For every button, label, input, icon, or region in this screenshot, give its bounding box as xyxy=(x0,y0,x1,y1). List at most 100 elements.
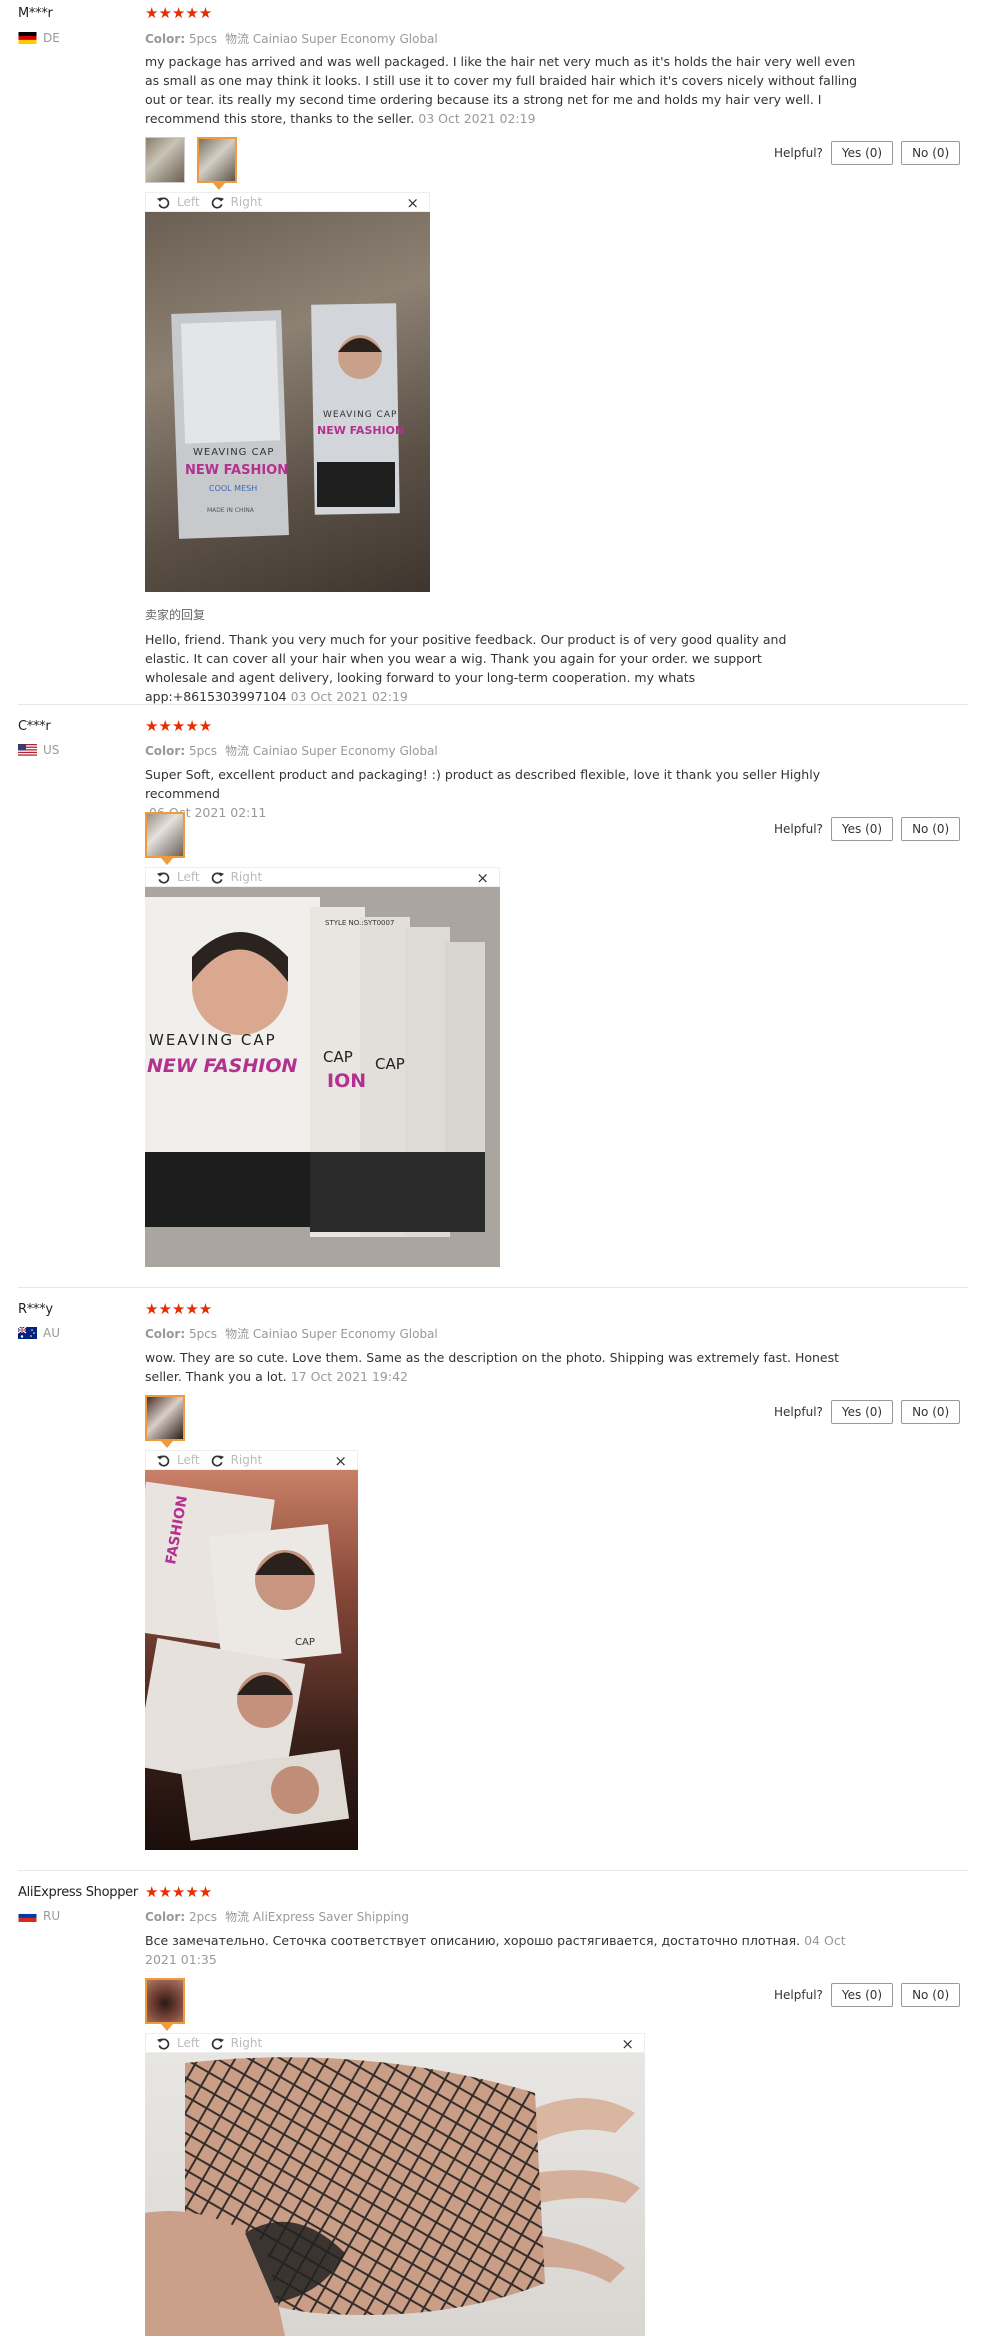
photo-caption: WEAVING CAP xyxy=(193,447,274,458)
rotate-left-button[interactable]: Left xyxy=(156,1453,200,1468)
review-photo[interactable]: STYLE NO.:SYT0007 WEAVING CAP NEW FASHIO… xyxy=(145,887,500,1267)
rotate-right-button[interactable]: Right xyxy=(210,2036,262,2051)
order-info: Color: 5pcs 物流 Cainiao Super Economy Glob… xyxy=(145,30,438,47)
rotate-right-button[interactable]: Right xyxy=(210,870,262,885)
helpful-label: Helpful? xyxy=(774,822,823,836)
color-value: 2pcs xyxy=(188,1910,218,1924)
helpful-controls: Helpful? Yes (0) No (0) xyxy=(774,1400,961,1424)
reviewer-country: DE xyxy=(18,31,60,45)
photo-content: FASHION CAP xyxy=(145,1481,350,1841)
helpful-no-button[interactable]: No (0) xyxy=(901,1400,961,1424)
helpful-yes-button[interactable]: Yes (0) xyxy=(830,817,894,841)
color-label: Color: xyxy=(145,32,186,46)
shipping-prefix: 物流 xyxy=(225,1327,250,1341)
photo-toolbar: Left Right × xyxy=(145,1450,358,1470)
rotate-left-icon xyxy=(156,2037,170,2049)
rotate-left-icon xyxy=(156,871,170,883)
star-icon: ★★★★★ xyxy=(145,4,213,22)
photo-thumbnails xyxy=(145,812,185,865)
helpful-no-button[interactable]: No (0) xyxy=(901,141,961,165)
reviewer-country: AU xyxy=(18,1326,60,1340)
photo-thumbnails xyxy=(145,137,237,190)
review-divider xyxy=(18,1287,968,1288)
shipping-method: Cainiao Super Economy Global xyxy=(252,1327,438,1341)
usa-flag-icon xyxy=(18,744,37,756)
reviewer-name: AliExpress Shopper xyxy=(18,1885,138,1900)
order-info: Color: 5pcs 物流 Cainiao Super Economy Glob… xyxy=(145,742,438,759)
photo-content: WEAVING CAP NEW FASHION COOL MESH MADE I… xyxy=(171,303,404,539)
close-photo-button[interactable]: × xyxy=(476,869,489,887)
photo-toolbar: Left Right × xyxy=(145,2033,645,2053)
photo-caption: MADE IN CHINA xyxy=(207,507,255,514)
photo-content: STYLE NO.:SYT0007 WEAVING CAP NEW FASHIO… xyxy=(145,887,500,1267)
order-info: Color: 2pcs 物流 AliExpress Saver Shipping xyxy=(145,1908,409,1925)
review-divider xyxy=(18,704,968,705)
reviewer-name: C***r xyxy=(18,719,51,734)
shipping-method: AliExpress Saver Shipping xyxy=(252,1910,410,1924)
rotate-right-icon xyxy=(211,196,224,208)
helpful-label: Helpful? xyxy=(774,146,823,160)
reviewer-country: US xyxy=(18,743,59,757)
close-photo-button[interactable]: × xyxy=(406,194,419,212)
rotate-left-button[interactable]: Left xyxy=(156,195,200,210)
helpful-yes-button[interactable]: Yes (0) xyxy=(830,1400,894,1424)
review-date: 17 Oct 2021 19:42 xyxy=(290,1369,408,1384)
country-code: US xyxy=(43,743,60,757)
photo-caption: STYLE NO.:SYT0007 xyxy=(325,919,394,927)
star-icon: ★★★★★ xyxy=(145,717,213,735)
rotate-right-icon xyxy=(211,2037,224,2049)
rotate-right-button[interactable]: Right xyxy=(210,1453,262,1468)
rotate-left-icon xyxy=(156,1454,170,1466)
australia-flag-icon xyxy=(18,1327,37,1339)
rotate-left-icon xyxy=(156,196,170,208)
order-info: Color: 5pcs 物流 Cainiao Super Economy Glob… xyxy=(145,1325,438,1342)
review-3: R***y AU ★★★★★ Color: 5pcs 物流 Cainiao Sup… xyxy=(0,1293,982,1868)
country-code: RU xyxy=(43,1909,61,1923)
helpful-no-button[interactable]: No (0) xyxy=(901,817,961,841)
helpful-yes-button[interactable]: Yes (0) xyxy=(830,1983,894,2007)
photo-toolbar: Left Right × xyxy=(145,867,500,887)
photo-thumbnail-active[interactable] xyxy=(197,137,237,190)
helpful-controls: Helpful? Yes (0) No (0) xyxy=(774,1983,961,2007)
shipping-method: Cainiao Super Economy Global xyxy=(252,32,438,46)
review-text: wow. They are so cute. Love them. Same a… xyxy=(145,1350,840,1384)
photo-thumbnail-active[interactable] xyxy=(145,1978,185,2031)
shipping-prefix: 物流 xyxy=(225,1910,250,1924)
rating-stars: ★★★★★ xyxy=(145,1302,212,1317)
photo-caption: CAP xyxy=(295,1637,315,1648)
shipping-method: Cainiao Super Economy Global xyxy=(252,744,438,758)
shipping-prefix: 物流 xyxy=(225,32,250,46)
rating-stars: ★★★★★ xyxy=(145,719,212,734)
helpful-controls: Helpful? Yes (0) No (0) xyxy=(774,817,961,841)
review-date: 03 Oct 2021 02:19 xyxy=(418,111,536,126)
helpful-controls: Helpful? Yes (0) No (0) xyxy=(774,141,961,165)
photo-thumbnail-active[interactable] xyxy=(145,812,185,865)
close-photo-button[interactable]: × xyxy=(334,1452,347,1470)
photo-caption: CAP xyxy=(323,1048,353,1066)
close-photo-button[interactable]: × xyxy=(621,2035,634,2053)
star-icon: ★★★★★ xyxy=(145,1883,213,1901)
review-photo[interactable]: FASHION CAP xyxy=(145,1470,358,1850)
helpful-no-button[interactable]: No (0) xyxy=(901,1983,961,2007)
photo-caption: WEAVING CAP xyxy=(149,1031,277,1049)
review-2: C***r US ★★★★★ Color: 5pcs 物流 Cainiao Sup… xyxy=(0,710,982,1285)
review-4: AliExpress Shopper RU ★★★★★ Color: 2pcs 物… xyxy=(0,1876,982,2340)
rotate-right-button[interactable]: Right xyxy=(210,195,262,210)
photo-thumbnail-active[interactable] xyxy=(145,1395,185,1448)
helpful-label: Helpful? xyxy=(774,1405,823,1419)
photo-caption: NEW FASHION xyxy=(317,424,404,437)
photo-caption: COOL MESH xyxy=(209,484,257,493)
photo-thumbnail[interactable] xyxy=(145,137,185,183)
rating-stars: ★★★★★ xyxy=(145,1885,212,1900)
rotate-left-button[interactable]: Left xyxy=(156,870,200,885)
review-divider xyxy=(18,1870,968,1871)
reply-date: 03 Oct 2021 02:19 xyxy=(290,689,408,704)
reviewer-name: M***r xyxy=(18,6,53,21)
star-icon: ★★★★★ xyxy=(145,1300,213,1318)
shipping-prefix: 物流 xyxy=(225,744,250,758)
rotate-left-button[interactable]: Left xyxy=(156,2036,200,2051)
russia-flag-icon xyxy=(18,1910,37,1922)
helpful-yes-button[interactable]: Yes (0) xyxy=(830,141,894,165)
review-photo[interactable] xyxy=(145,2053,645,2336)
review-photo[interactable]: WEAVING CAP NEW FASHION COOL MESH MADE I… xyxy=(145,212,430,592)
